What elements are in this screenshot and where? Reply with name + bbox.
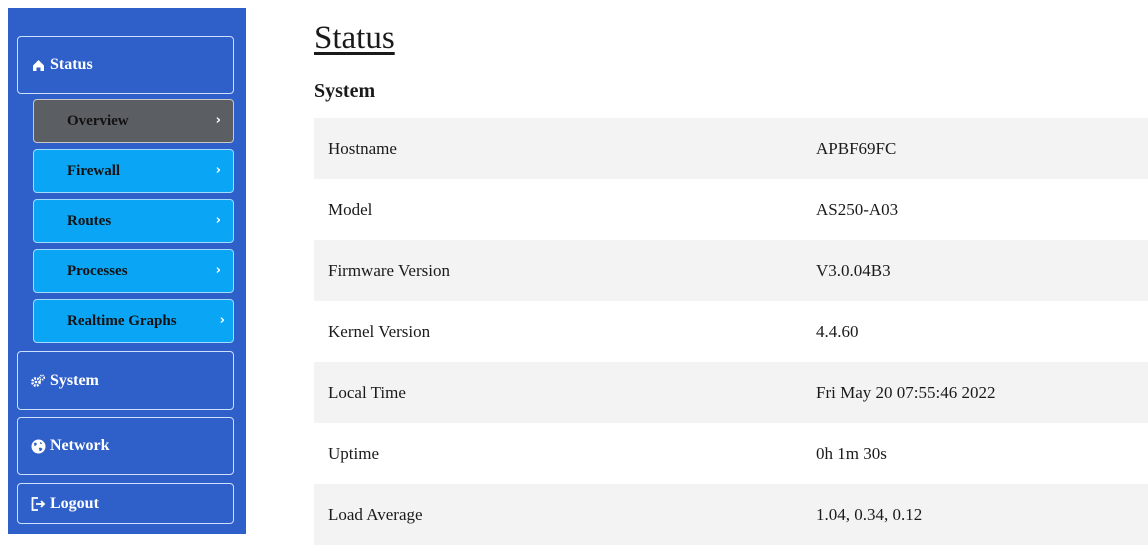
row-value: AS250-A03 xyxy=(816,199,899,219)
sub-item-routes[interactable]: Routes › xyxy=(33,199,234,243)
chevron-right-icon: › xyxy=(215,112,221,128)
table-row: Uptime 0h 1m 30s xyxy=(314,423,1148,484)
chevron-right-icon: › xyxy=(215,162,221,178)
row-key: Kernel Version xyxy=(328,321,431,341)
row-value: 0h 1m 30s xyxy=(816,443,887,463)
sub-item-overview[interactable]: Overview › xyxy=(33,99,234,143)
nav-network-label: Network xyxy=(50,437,110,454)
sidebar: Status Overview › Firewall › Routes › Pr… xyxy=(8,8,246,534)
row-value: 1.04, 0.34, 0.12 xyxy=(816,484,1148,545)
gears-icon xyxy=(30,373,46,389)
row-key: Hostname xyxy=(314,118,816,179)
row-key: Firmware Version xyxy=(314,240,816,301)
row-value: APBF69FC xyxy=(816,118,1148,179)
sub-item-realtime-graphs[interactable]: Realtime Graphs › xyxy=(33,299,234,343)
page-title: Status xyxy=(314,20,395,56)
row-key: Uptime xyxy=(328,443,379,463)
chevron-right-icon: › xyxy=(219,312,225,328)
sub-item-label: Routes xyxy=(67,212,112,229)
nav-logout-label: Logout xyxy=(50,494,99,512)
nav-logout[interactable]: Logout xyxy=(17,483,234,524)
chevron-right-icon: › xyxy=(215,212,221,228)
sub-item-processes[interactable]: Processes › xyxy=(33,249,234,293)
sub-item-label: Processes xyxy=(67,262,128,279)
sub-item-label: Overview xyxy=(67,112,129,129)
row-value: V3.0.04B3 xyxy=(816,240,1148,301)
sub-item-label: Realtime Graphs xyxy=(67,312,177,329)
globe-icon xyxy=(30,438,46,454)
table-row: Firmware Version V3.0.04B3 xyxy=(314,240,1148,301)
nav-status[interactable]: Status xyxy=(17,36,234,94)
nav-system[interactable]: System xyxy=(17,351,234,410)
logout-icon xyxy=(30,496,46,512)
table-row: Hostname APBF69FC xyxy=(314,118,1148,179)
row-value: 4.4.60 xyxy=(816,321,859,341)
table-row: Local Time Fri May 20 07:55:46 2022 xyxy=(314,362,1148,423)
table-row: Load Average 1.04, 0.34, 0.12 xyxy=(314,484,1148,545)
system-info-table: Hostname APBF69FC Model AS250-A03 Firmwa… xyxy=(314,118,1148,545)
row-value: Fri May 20 07:55:46 2022 xyxy=(816,362,1148,423)
section-title: System xyxy=(314,80,376,102)
row-key: Model xyxy=(328,199,373,219)
sub-item-label: Firewall xyxy=(67,162,121,179)
nav-status-label: Status xyxy=(50,56,93,73)
home-icon xyxy=(30,57,46,73)
chevron-right-icon: › xyxy=(215,262,221,278)
nav-system-label: System xyxy=(50,371,99,389)
row-key: Local Time xyxy=(314,362,816,423)
row-key: Load Average xyxy=(314,484,816,545)
table-row: Kernel Version 4.4.60 xyxy=(314,301,1148,362)
sub-item-firewall[interactable]: Firewall › xyxy=(33,149,234,193)
table-row: Model AS250-A03 xyxy=(314,179,1148,240)
nav-network[interactable]: Network xyxy=(17,417,234,475)
